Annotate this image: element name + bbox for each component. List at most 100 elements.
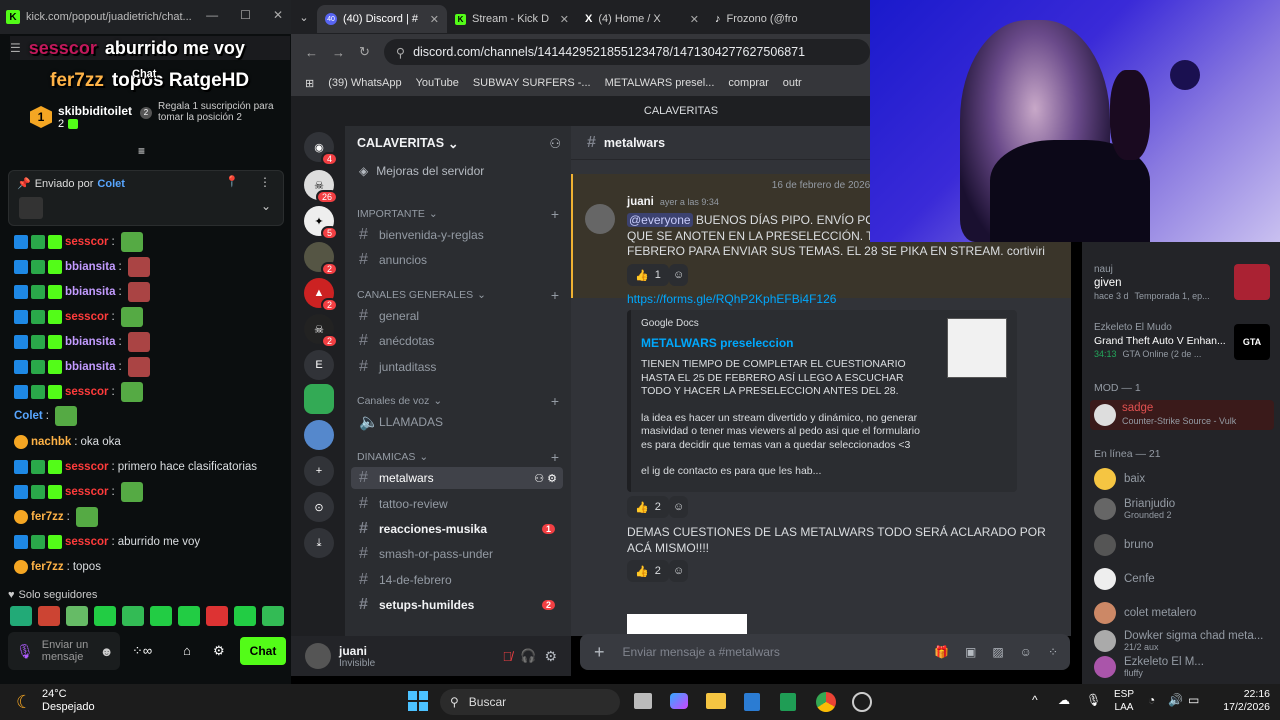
member-row[interactable]: Ezkeleto El M... fluffy bbox=[1094, 656, 1204, 678]
collapse-icon[interactable]: ≡ bbox=[138, 144, 145, 158]
explore-icon[interactable]: ⊙ bbox=[304, 492, 334, 522]
author-avatar[interactable] bbox=[585, 204, 615, 234]
tab-discord[interactable]: 40 (40) Discord | # ✕ bbox=[317, 5, 447, 33]
chat-input[interactable]: 🎙 Enviar un mensaje ☻ bbox=[8, 632, 120, 670]
add-reaction-button[interactable]: ☺ bbox=[669, 264, 689, 286]
server-boost[interactable]: ◈ Mejoras del servidor bbox=[359, 164, 484, 178]
chat-username[interactable]: sesscor bbox=[65, 536, 108, 548]
emote[interactable] bbox=[262, 606, 284, 626]
channel-reacciones-musika[interactable]: # reacciones-musika 1 bbox=[351, 518, 563, 540]
address-bar[interactable]: ⚲ discord.com/channels/14144295218551234… bbox=[383, 39, 870, 65]
battery-icon[interactable]: ▭ bbox=[1188, 693, 1199, 707]
member-row[interactable]: Brianjudio Grounded 2 bbox=[1094, 498, 1175, 520]
category-canales-de-voz[interactable]: Canales de voz ⌄ + bbox=[357, 393, 559, 409]
avatar[interactable] bbox=[305, 643, 331, 669]
channel-settings-icon[interactable]: ⚇ ⚙ bbox=[534, 472, 557, 485]
cloud-icon[interactable]: ☁ bbox=[1058, 693, 1070, 707]
server-icon[interactable]: ☠ 2 bbox=[304, 314, 338, 348]
add-server-icon[interactable]: + bbox=[304, 456, 334, 486]
file-explorer-icon[interactable] bbox=[706, 693, 726, 709]
member-row[interactable]: bruno bbox=[1094, 534, 1153, 556]
minimize-icon[interactable]: — bbox=[206, 8, 218, 22]
server-icon[interactable]: ▲ 2 bbox=[304, 278, 338, 312]
bookmark-comprar[interactable]: comprar bbox=[728, 77, 768, 89]
chat-username[interactable]: bbiansita bbox=[65, 261, 115, 273]
weather-widget[interactable]: 24°C Despejado bbox=[42, 688, 95, 714]
chat-send-button[interactable]: Chat bbox=[240, 637, 286, 665]
excel-icon[interactable] bbox=[780, 693, 796, 711]
task-view-icon[interactable] bbox=[634, 693, 652, 709]
emote[interactable] bbox=[234, 606, 256, 626]
settings-icon[interactable]: ☰ bbox=[10, 41, 21, 55]
wifi-icon[interactable]: ◔ bbox=[1148, 693, 1155, 707]
bookmark-subway[interactable]: SUBWAY SURFERS -... bbox=[473, 77, 591, 89]
embed-title[interactable]: METALWARS preseleccion bbox=[641, 336, 793, 350]
member-row[interactable]: baix bbox=[1094, 468, 1145, 490]
bookmark-whatsapp[interactable]: (39) WhatsApp bbox=[328, 77, 401, 89]
add-reaction-button[interactable]: ☺ bbox=[669, 560, 689, 582]
tab-kick[interactable]: K Stream - Kick D ✕ bbox=[447, 5, 577, 33]
channel-14-de-febrero[interactable]: #14-de-febrero bbox=[351, 569, 563, 591]
chat-username[interactable]: sesscor bbox=[65, 461, 108, 473]
unpin-icon[interactable]: 📍 bbox=[225, 175, 239, 188]
emoji-icon[interactable]: ☺ bbox=[1020, 645, 1032, 659]
gear-icon[interactable]: ⚙ bbox=[213, 643, 225, 659]
channel-bienvenida[interactable]: # bienvenida-y-reglas bbox=[351, 224, 563, 246]
activity-card[interactable]: nauj given hace 3 d Temporada 1, ep... bbox=[1094, 264, 1210, 301]
badges-icon[interactable]: ⁘∞ bbox=[132, 643, 152, 659]
channel-anuncios[interactable]: # anuncios bbox=[351, 249, 563, 271]
store-icon[interactable]: ⌂ bbox=[183, 643, 191, 658]
server-icon[interactable] bbox=[304, 384, 334, 414]
microphone-icon[interactable]: 🎙 bbox=[1086, 693, 1101, 707]
form-link[interactable]: https://forms.gle/RQhP2KphEFBi4F126 bbox=[627, 292, 836, 306]
emote[interactable] bbox=[10, 606, 32, 626]
headphones-icon[interactable]: 🎧 bbox=[520, 648, 536, 664]
language-indicator[interactable]: ESP LAA bbox=[1114, 688, 1134, 714]
add-channel-icon[interactable]: + bbox=[551, 206, 559, 222]
member-row[interactable]: Dowker sigma chad meta... 21/2 aux bbox=[1094, 630, 1263, 652]
forward-icon[interactable]: → bbox=[332, 45, 345, 60]
back-icon[interactable]: ← bbox=[305, 45, 318, 60]
add-reaction-button[interactable]: ☺ bbox=[669, 496, 689, 518]
close-tab-icon[interactable]: ✕ bbox=[560, 13, 569, 26]
channel-general[interactable]: # general bbox=[351, 305, 563, 327]
emote[interactable] bbox=[94, 606, 116, 626]
invite-icon[interactable]: ⚇ bbox=[549, 136, 561, 152]
chevron-up-icon[interactable]: ^ bbox=[1032, 693, 1038, 707]
bookmark-metalwars[interactable]: METALWARS presel... bbox=[605, 77, 715, 89]
app-icon[interactable] bbox=[852, 692, 872, 712]
channel-tattoo-review[interactable]: # tattoo-review bbox=[351, 493, 563, 515]
chat-username[interactable]: bbiansita bbox=[65, 286, 115, 298]
apps-icon[interactable]: ⊞ bbox=[305, 77, 314, 90]
add-channel-icon[interactable]: + bbox=[551, 393, 559, 409]
mod-member[interactable]: sadge Counter-Strike Source - Vulk bbox=[1090, 400, 1274, 430]
chat-username[interactable]: sesscor bbox=[65, 486, 108, 498]
reaction-thumbs[interactable]: 👍 2 bbox=[627, 496, 669, 518]
category-canales-generales[interactable]: CANALES GENERALES ⌄ + bbox=[357, 287, 559, 303]
reaction-thumbs[interactable]: 👍 1 bbox=[627, 264, 669, 286]
activity-card[interactable]: Ezkeleto El Mudo Grand Theft Auto V Enha… bbox=[1094, 322, 1226, 359]
everyone-mention[interactable]: @everyone bbox=[627, 213, 693, 227]
category-dinamicas[interactable]: DINAMICAS ⌄ + bbox=[357, 449, 559, 465]
clock[interactable]: 22:16 17/2/2026 bbox=[1212, 688, 1270, 714]
add-channel-icon[interactable]: + bbox=[551, 287, 559, 303]
message-author[interactable]: juani bbox=[627, 196, 654, 208]
volume-icon[interactable]: 🔊 bbox=[1168, 693, 1183, 707]
discord-home-icon[interactable]: ◉ 4 bbox=[304, 132, 338, 166]
pinned-message[interactable]: 📌 Enviado por Colet 📍 ⋮ ⌄ bbox=[8, 170, 284, 226]
reaction-thumbs[interactable]: 👍 2 bbox=[627, 560, 669, 582]
chevron-down-icon[interactable]: ⌄ bbox=[261, 199, 271, 213]
user-settings-icon[interactable]: ⚙ bbox=[544, 648, 557, 665]
server-icon-e[interactable]: E bbox=[304, 350, 334, 380]
reload-icon[interactable]: ↻ bbox=[359, 44, 370, 60]
taskbar-search[interactable]: ⚲ Buscar bbox=[440, 689, 620, 715]
mute-icon[interactable]: 🎙̸ bbox=[503, 649, 513, 664]
server-name-header[interactable]: CALAVERITAS ⌄ bbox=[357, 136, 459, 151]
attach-plus-icon[interactable]: + bbox=[594, 642, 605, 663]
word-icon[interactable] bbox=[744, 693, 760, 711]
image-attachment[interactable] bbox=[627, 614, 747, 636]
server-icon[interactable]: ☠ 26 bbox=[304, 170, 338, 204]
close-tab-icon[interactable]: ✕ bbox=[690, 13, 699, 26]
gift-icon[interactable]: 🎁 bbox=[934, 645, 949, 659]
sticker-icon[interactable]: ▨ bbox=[992, 645, 1003, 659]
